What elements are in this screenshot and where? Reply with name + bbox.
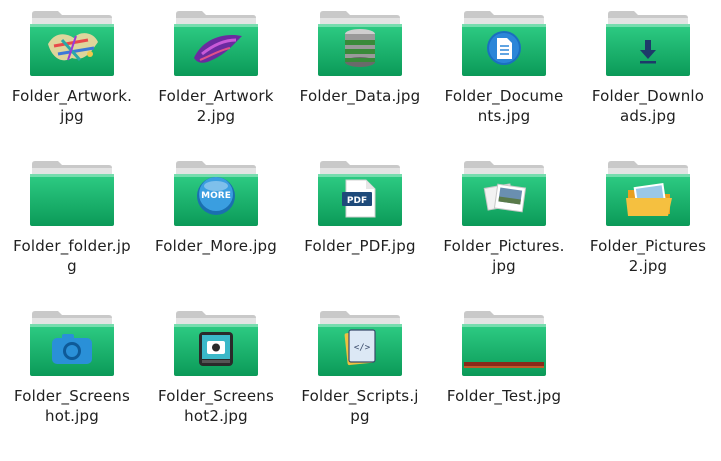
script-code-icon[interactable]: </>: [316, 310, 404, 378]
file-name-label[interactable]: Folder_PDF.jpg: [288, 236, 432, 256]
artwork-brush-icon[interactable]: [172, 10, 260, 78]
script-emblem-text: </>: [354, 343, 371, 353]
file-name-label[interactable]: Folder_Screens hot.jpg: [0, 386, 144, 426]
document-icon[interactable]: [460, 10, 548, 78]
file-item-folder-screenshot2[interactable]: Folder_Screens hot2.jpg: [144, 300, 288, 450]
file-item-folder-pdf[interactable]: PDF Folder_PDF.jpg: [288, 150, 432, 300]
file-name-label[interactable]: Folder_Docume nts.jpg: [432, 86, 576, 126]
file-name-label[interactable]: Folder_Pictures. jpg: [432, 236, 576, 276]
file-name-label[interactable]: Folder_Downlo ads.jpg: [576, 86, 720, 126]
pdf-emblem-text: PDF: [347, 196, 367, 206]
file-item-folder-documents[interactable]: Folder_Docume nts.jpg: [432, 0, 576, 150]
screenshot-camera-icon[interactable]: [172, 310, 260, 378]
file-item-folder-test[interactable]: Folder_Test.jpg: [432, 300, 576, 450]
file-name-label[interactable]: Folder_Screens hot2.jpg: [144, 386, 288, 426]
picture-folder-icon[interactable]: [604, 160, 692, 228]
download-arrow-icon[interactable]: [604, 10, 692, 78]
file-item-folder-folder[interactable]: Folder_folder.jp g: [0, 150, 144, 300]
camera-icon[interactable]: [28, 310, 116, 378]
file-item-folder-scripts[interactable]: </> Folder_Scripts.j pg: [288, 300, 432, 450]
artwork-splash-icon[interactable]: [28, 10, 116, 78]
file-name-label[interactable]: Folder_More.jpg: [144, 236, 288, 256]
file-name-label[interactable]: Folder_Test.jpg: [432, 386, 576, 406]
photos-icon[interactable]: [460, 160, 548, 228]
database-icon[interactable]: [316, 10, 404, 78]
file-item-folder-pictures[interactable]: Folder_Pictures. jpg: [432, 150, 576, 300]
file-name-label[interactable]: Folder_Artwork 2.jpg: [144, 86, 288, 126]
file-name-label[interactable]: Folder_Scripts.j pg: [288, 386, 432, 426]
folder-icon[interactable]: [28, 160, 116, 228]
more-icon[interactable]: MORE: [172, 160, 260, 228]
file-item-folder-pictures2[interactable]: Folder_Pictures 2.jpg: [576, 150, 720, 300]
pdf-icon[interactable]: PDF: [316, 160, 404, 228]
file-name-label[interactable]: Folder_folder.jp g: [0, 236, 144, 276]
file-item-folder-downloads[interactable]: Folder_Downlo ads.jpg: [576, 0, 720, 150]
file-item-folder-more[interactable]: MORE Folder_More.jpg: [144, 150, 288, 300]
file-item-folder-artwork2[interactable]: Folder_Artwork 2.jpg: [144, 0, 288, 150]
more-emblem-text: MORE: [201, 191, 231, 201]
file-item-folder-screenshot[interactable]: Folder_Screens hot.jpg: [0, 300, 144, 450]
file-name-label[interactable]: Folder_Data.jpg: [288, 86, 432, 106]
file-grid: Folder_Artwork. jpg Folder_Artwork 2.jpg: [0, 0, 721, 461]
file-name-label[interactable]: Folder_Artwork. jpg: [0, 86, 144, 126]
file-item-folder-data[interactable]: Folder_Data.jpg: [288, 0, 432, 150]
file-item-folder-artwork[interactable]: Folder_Artwork. jpg: [0, 0, 144, 150]
test-stripe-icon[interactable]: [460, 310, 548, 378]
file-name-label[interactable]: Folder_Pictures 2.jpg: [576, 236, 720, 276]
